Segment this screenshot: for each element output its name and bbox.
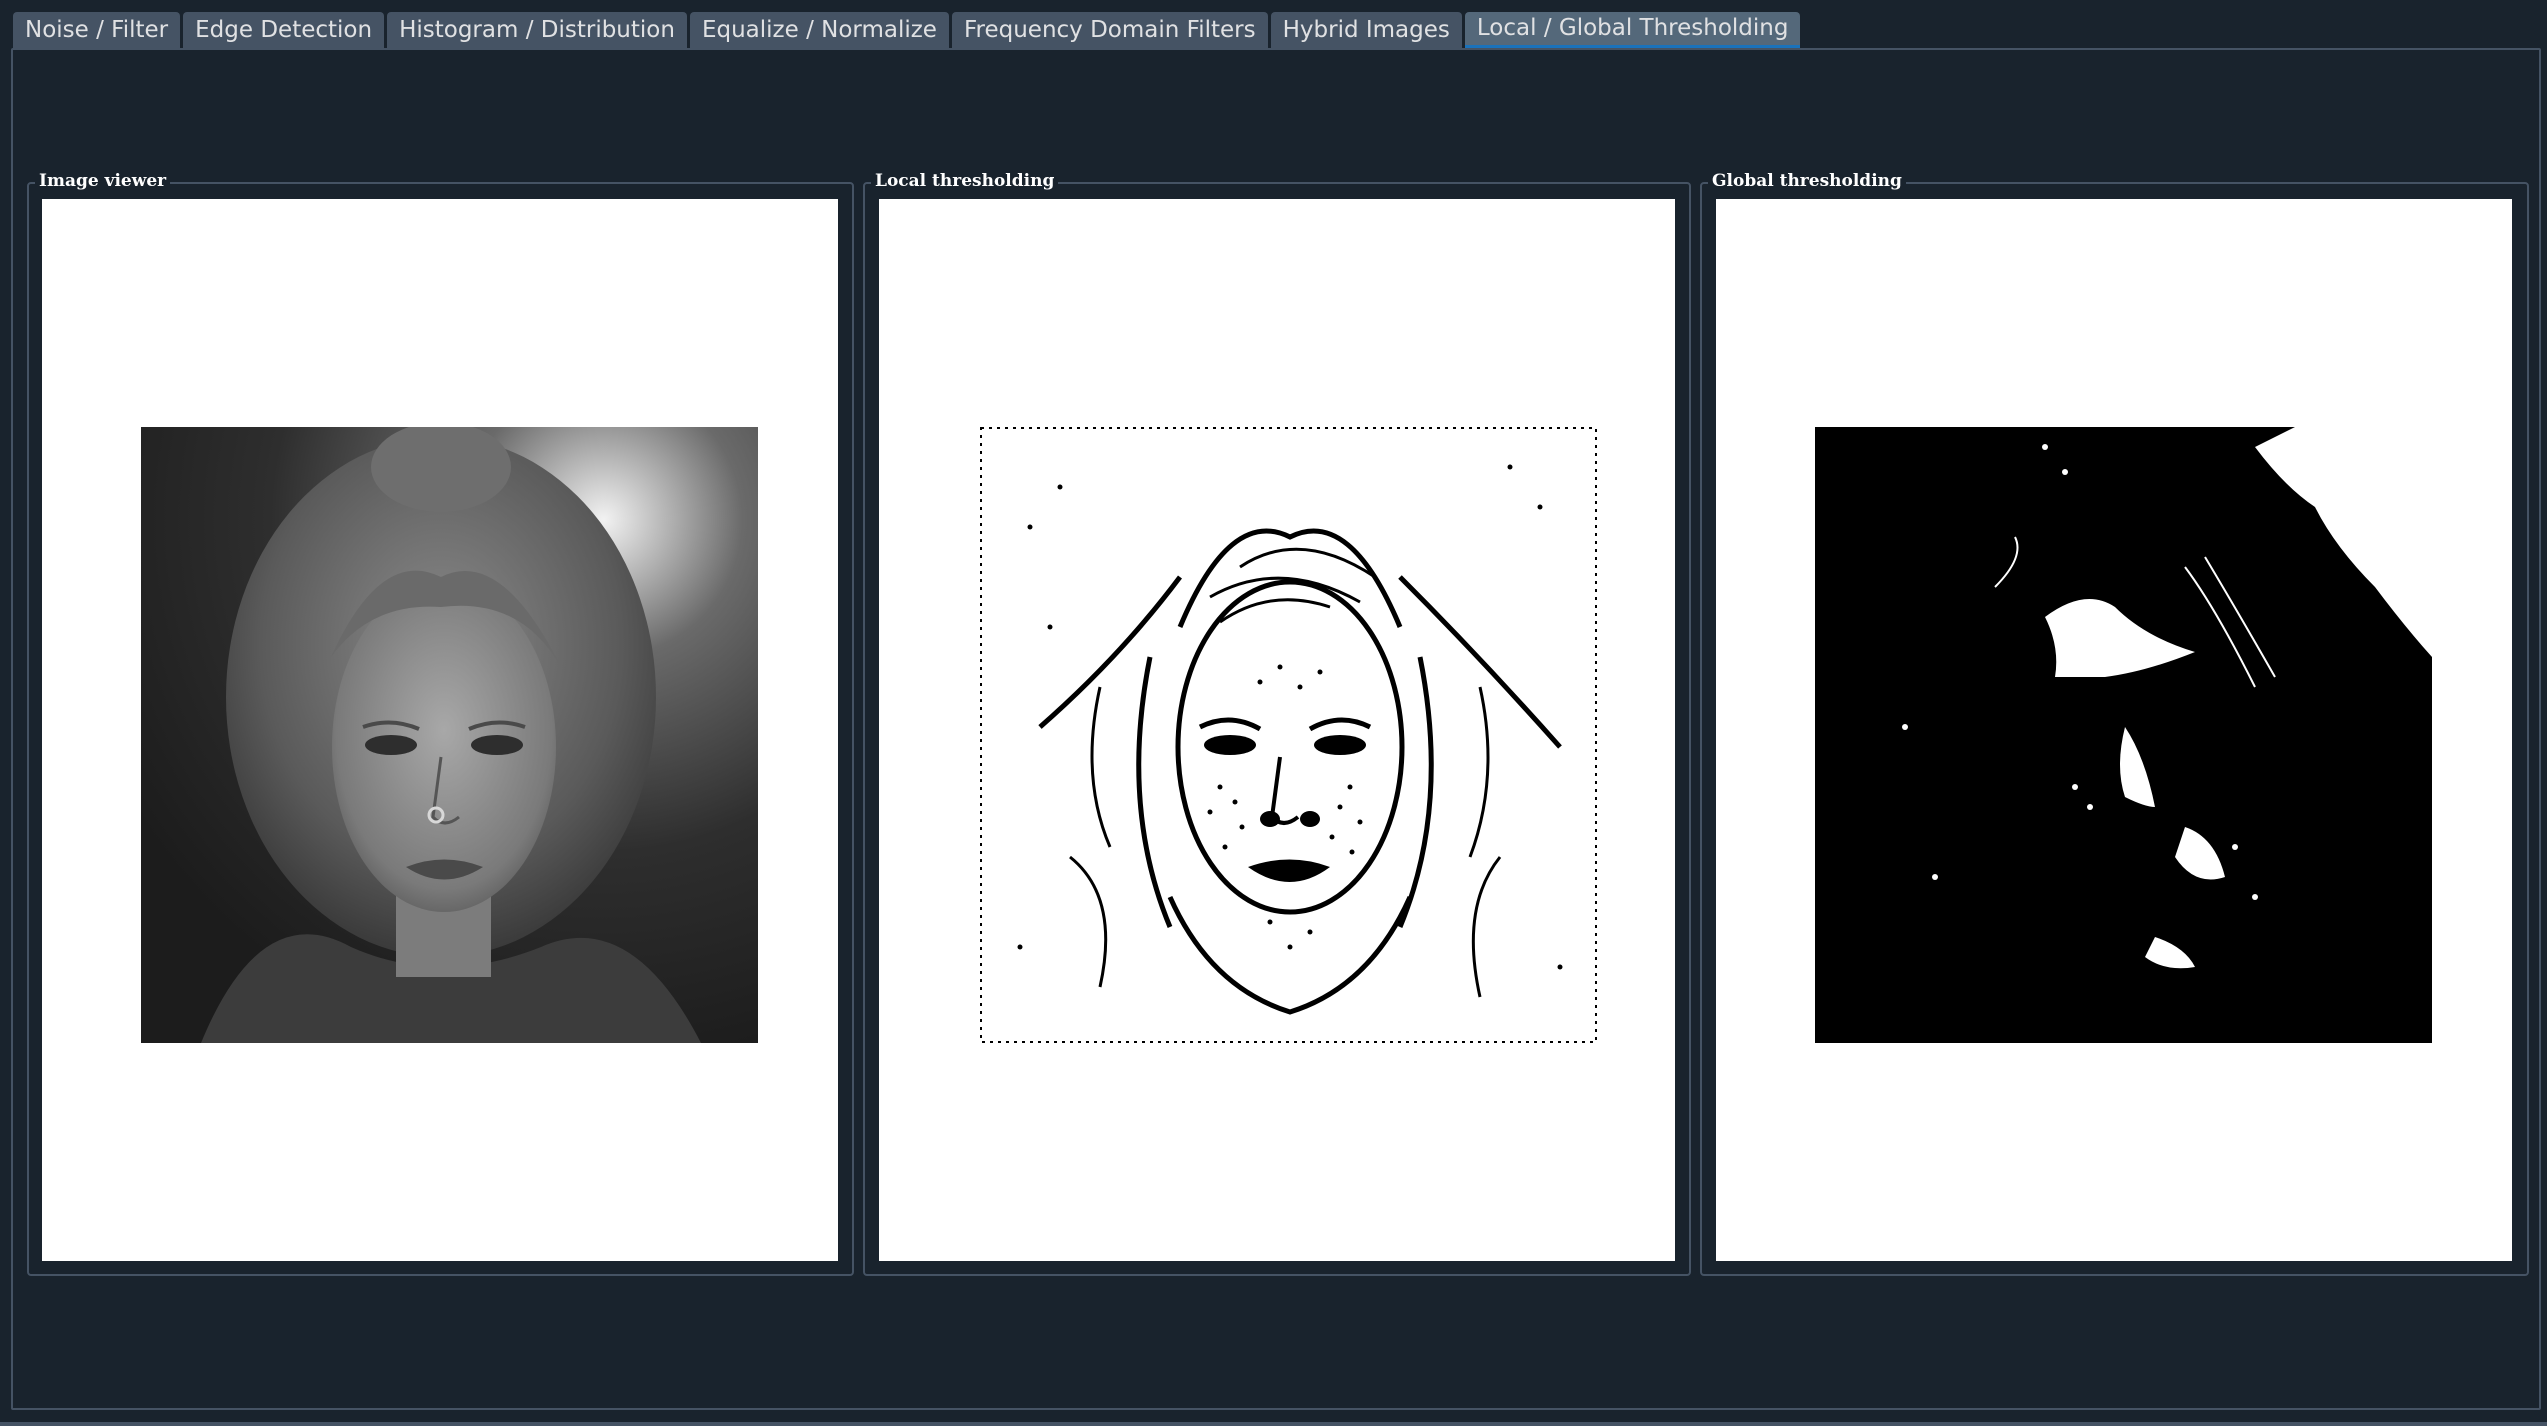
- tab-frequency-domain-filters[interactable]: Frequency Domain Filters: [951, 12, 1268, 48]
- local-thresholding-group: Local thresholding: [863, 170, 1691, 1276]
- tab-hybrid-images[interactable]: Hybrid Images: [1270, 12, 1462, 48]
- local-thresholding-canvas[interactable]: [879, 199, 1675, 1261]
- tab-histogram-distribution[interactable]: Histogram / Distribution: [387, 12, 687, 48]
- tab-bar: Noise / Filter Edge Detection Histogram …: [13, 10, 1803, 48]
- image-viewer-title: Image viewer: [35, 170, 171, 192]
- tab-equalize-normalize[interactable]: Equalize / Normalize: [689, 12, 949, 48]
- app-window: Noise / Filter Edge Detection Histogram …: [0, 0, 2547, 1426]
- original-face-image: [141, 427, 758, 1043]
- local-threshold-image: [980, 427, 1597, 1043]
- global-thresholding-group: Global thresholding: [1700, 170, 2529, 1276]
- image-viewer-group: Image viewer: [27, 170, 854, 1276]
- tab-local-global-thresholding[interactable]: Local / Global Thresholding: [1464, 12, 1801, 48]
- tab-noise-filter[interactable]: Noise / Filter: [13, 12, 181, 48]
- global-thresholding-title: Global thresholding: [1708, 170, 1906, 192]
- local-thresholding-title: Local thresholding: [871, 170, 1059, 192]
- global-threshold-image: [1815, 427, 2432, 1043]
- global-thresholding-canvas[interactable]: [1716, 199, 2512, 1261]
- image-viewer-canvas[interactable]: [42, 199, 838, 1261]
- status-bar-divider: [0, 1422, 2547, 1426]
- tab-edge-detection[interactable]: Edge Detection: [183, 12, 385, 48]
